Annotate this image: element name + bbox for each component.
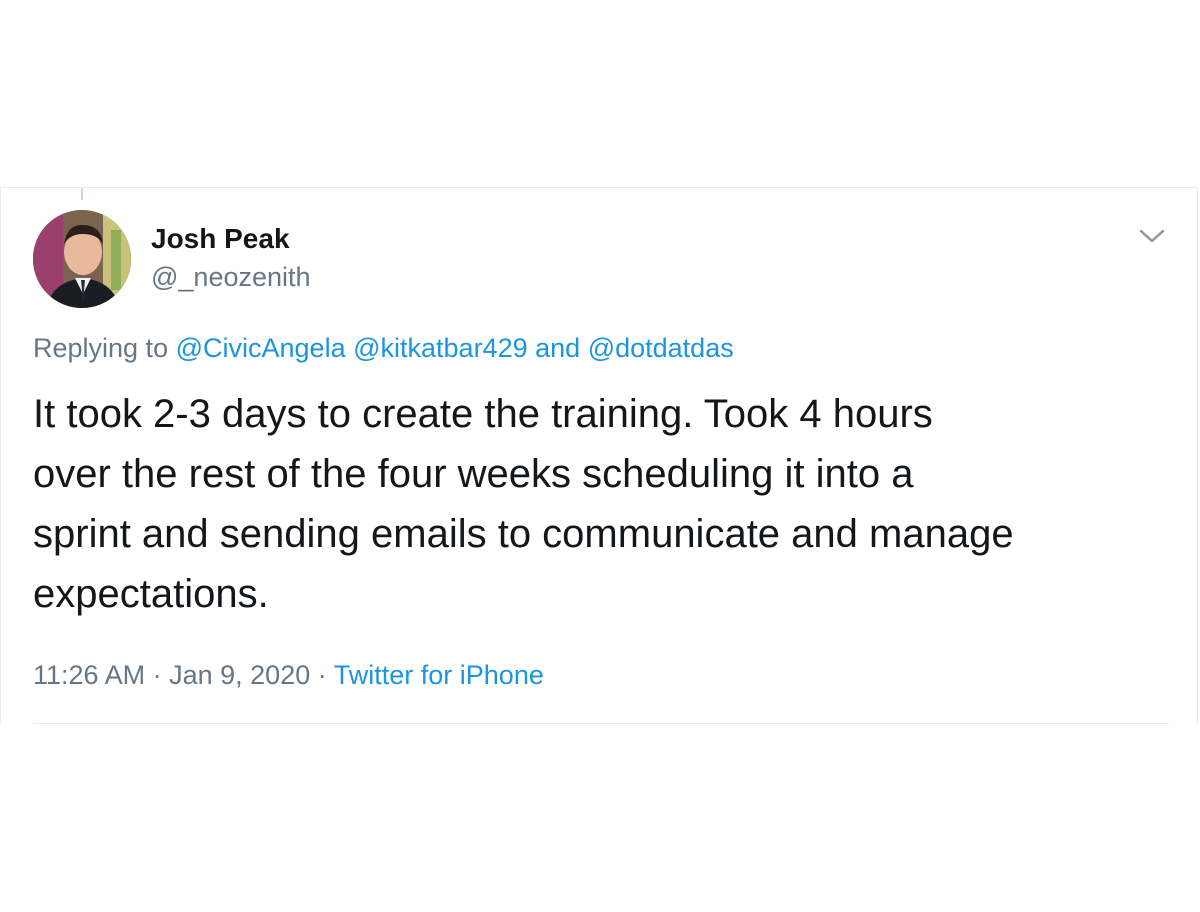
meta-separator: ·	[317, 660, 327, 690]
tweet-date[interactable]: Jan 9, 2020	[169, 660, 310, 690]
display-name[interactable]: Josh Peak	[151, 222, 311, 256]
mention-link[interactable]: @CivicAngela	[176, 333, 346, 363]
avatar[interactable]	[33, 210, 131, 308]
tweet-card: Josh Peak @_neozenith Replying to @Civic…	[0, 187, 1198, 724]
author-block[interactable]: Josh Peak @_neozenith	[151, 222, 311, 294]
tweet-text: It took 2-3 days to create the training.…	[33, 392, 1014, 616]
chevron-down-icon[interactable]	[1137, 224, 1167, 248]
user-handle[interactable]: @_neozenith	[151, 260, 311, 294]
mention-link[interactable]: @kitkatbar429	[353, 333, 528, 363]
mention-joiner[interactable]: and	[535, 333, 580, 363]
meta-separator: ·	[152, 660, 162, 690]
user-avatar-photo-icon	[33, 210, 131, 308]
divider	[33, 723, 1169, 724]
replying-to: Replying to @CivicAngela @kitkatbar429 a…	[33, 331, 734, 365]
tweet-meta: 11:26 AM · Jan 9, 2020 · Twitter for iPh…	[33, 658, 544, 692]
thread-line	[81, 188, 83, 200]
mention-link[interactable]: @dotdatdas	[588, 333, 734, 363]
tweet-time[interactable]: 11:26 AM	[33, 660, 145, 690]
tweet-source-link[interactable]: Twitter for iPhone	[334, 660, 544, 690]
replying-prefix: Replying to	[33, 333, 169, 363]
